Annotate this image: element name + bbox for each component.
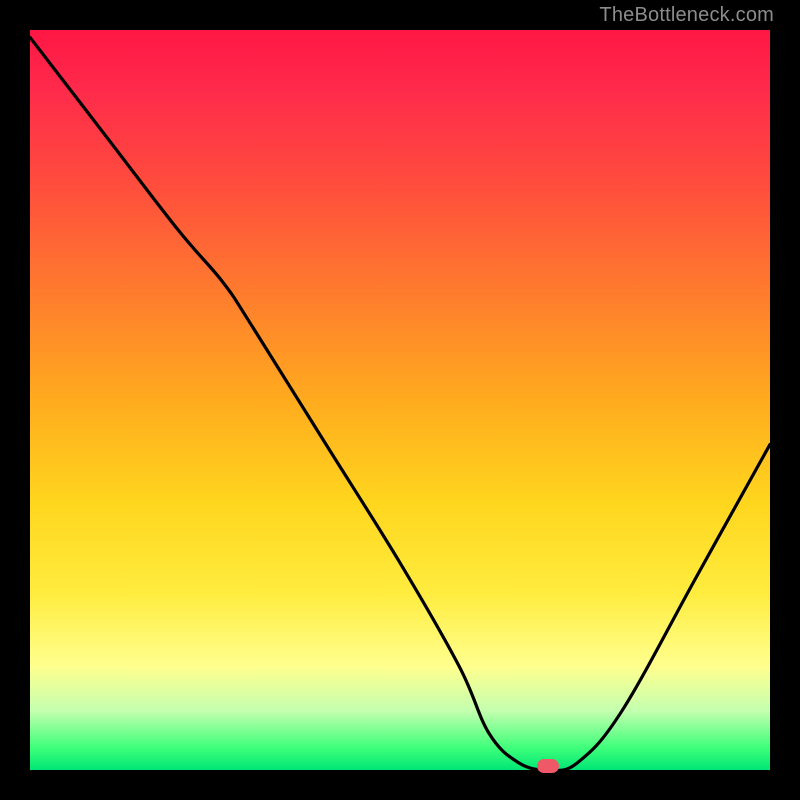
curve-path: [30, 37, 770, 770]
watermark-text: TheBottleneck.com: [599, 4, 774, 27]
plot-area: [30, 30, 770, 770]
minimum-marker: [537, 759, 559, 773]
bottleneck-curve: [30, 30, 770, 770]
chart-frame: TheBottleneck.com: [0, 0, 800, 800]
